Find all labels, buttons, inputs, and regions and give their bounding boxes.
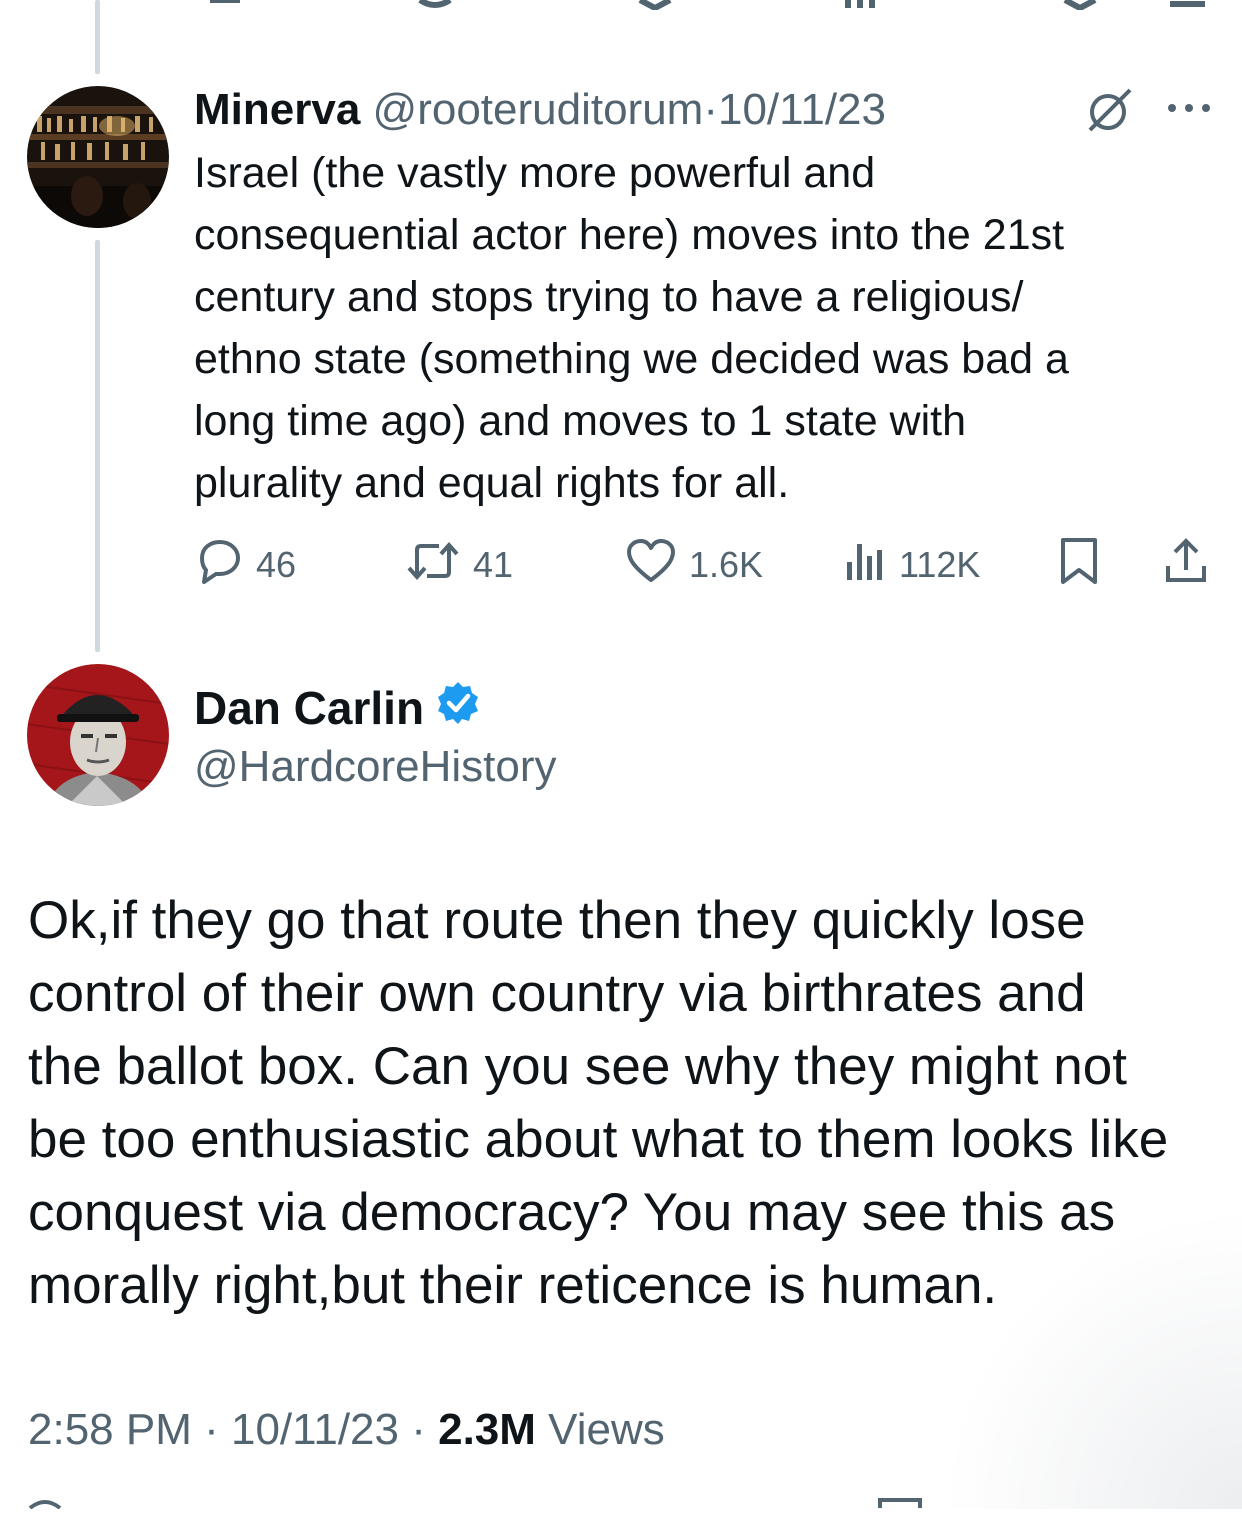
reply-button[interactable]: 46: [194, 530, 296, 600]
views-icon: [843, 536, 887, 595]
main-author-handle[interactable]: @HardcoreHistory: [194, 740, 557, 794]
repost-icon: [405, 536, 461, 595]
tweet-date[interactable]: 10/11/23: [231, 1405, 399, 1454]
bookmark-button[interactable]: [1057, 530, 1101, 600]
parent-tweet-header: Minerva @rooteruditorum·10/11/23: [194, 84, 886, 136]
views-button[interactable]: 112K: [843, 530, 980, 600]
like-icon: [625, 536, 677, 595]
reply-icon: [194, 536, 244, 595]
parent-tweet-text: Israel (the vastly more powerful and con…: [194, 149, 1069, 507]
repost-button[interactable]: 41: [405, 530, 513, 600]
parent-author-handle[interactable]: @rooteruditorum: [373, 85, 704, 134]
previous-tweet-actions-clipped: [0, 0, 1242, 12]
parent-author-name[interactable]: Minerva: [194, 85, 360, 134]
verified-badge-icon: [436, 680, 480, 735]
header-separator: ·: [703, 85, 718, 134]
thread-line-top: [95, 0, 100, 74]
tweet-time[interactable]: 2:58 PM: [28, 1405, 192, 1454]
views-label: Views: [535, 1405, 665, 1454]
main-tweet-text: Ok,if they go that route then they quick…: [28, 891, 1169, 1315]
main-author-name-row: Dan Carlin: [194, 680, 480, 735]
share-icon: [1162, 536, 1210, 595]
main-tweet-meta: 2:58 PM · 10/11/23 · 2.3M Views: [28, 1400, 665, 1460]
meta-separator: ·: [399, 1405, 439, 1454]
grok-icon[interactable]: [1084, 86, 1136, 141]
like-count: 1.6K: [689, 544, 764, 585]
bookmark-icon: [1057, 536, 1101, 595]
main-author-name[interactable]: Dan Carlin: [194, 681, 424, 735]
next-actions-clipped: [0, 1496, 1242, 1510]
views-total: 2.3M: [438, 1405, 536, 1454]
views-count: 112K: [899, 544, 981, 585]
avatar-minerva[interactable]: [27, 86, 169, 228]
like-button[interactable]: 1.6K: [625, 530, 763, 600]
more-icon[interactable]: [1166, 100, 1212, 121]
meta-separator: ·: [191, 1405, 231, 1454]
parent-tweet-actions: 46 41 1.6K 112K: [0, 530, 1242, 600]
repost-count: 41: [473, 544, 514, 585]
share-button[interactable]: [1162, 530, 1210, 600]
parent-tweet-date[interactable]: 10/11/23: [718, 85, 886, 134]
reply-count: 46: [256, 544, 297, 585]
avatar-dan-carlin[interactable]: [27, 664, 169, 806]
